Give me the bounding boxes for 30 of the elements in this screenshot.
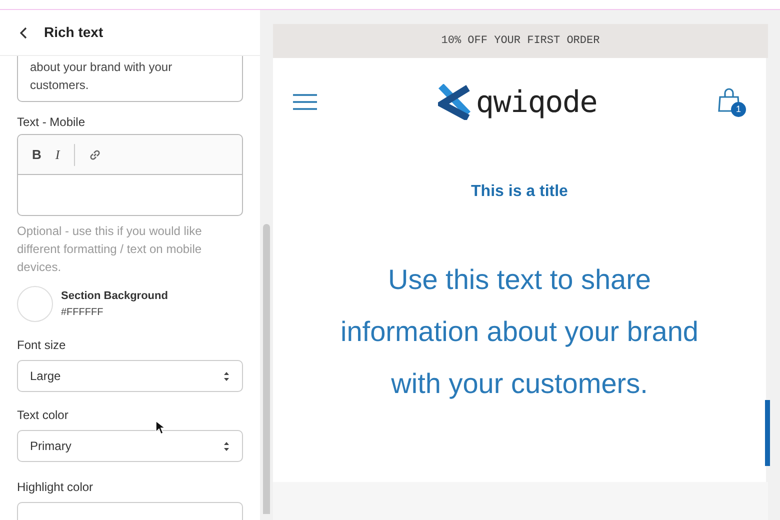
text-field[interactable]: about your brand with your customers. (17, 56, 243, 102)
color-value: #FFFFFF (61, 306, 104, 320)
panel-title: Rich text (44, 23, 104, 42)
logo-icon (438, 84, 472, 120)
bold-button[interactable]: B (32, 144, 42, 164)
cart-count-badge: 1 (731, 102, 746, 117)
store-logo[interactable]: qwiqode (476, 80, 598, 124)
field-label: Text color (17, 407, 70, 424)
select-dropdown[interactable]: Primary (17, 430, 243, 462)
color-swatch[interactable] (17, 286, 53, 322)
field-label: Text - Mobile (17, 114, 86, 131)
chevron-up-down-icon (223, 370, 230, 382)
announcement-bar: 10% OFF YOUR FIRST ORDER (273, 24, 768, 58)
help-text: Optional - use this if you would like different formatting / text on mobile devices. (17, 223, 203, 276)
italic-button[interactable]: I (55, 144, 60, 164)
rich-text-body: Use this text to share information about your brand with your customers. (340, 263, 700, 401)
swatch-label: Section Background (61, 289, 168, 304)
chevron-up-down-icon (223, 440, 230, 452)
field-label: Font size (17, 337, 67, 354)
link-icon[interactable] (88, 148, 101, 160)
scrollbar-thumb[interactable] (263, 224, 270, 514)
select-field[interactable] (17, 502, 243, 520)
section-title: This is a title (471, 182, 568, 202)
field-label: Highlight color (17, 479, 94, 496)
mouse-cursor-icon (155, 420, 165, 435)
back-icon[interactable] (20, 26, 28, 38)
menu-icon[interactable] (293, 93, 317, 111)
scrollbar-thumb[interactable] (765, 400, 770, 466)
select-dropdown[interactable]: Large (17, 360, 243, 392)
rich-text-editor[interactable]: B I (17, 134, 243, 216)
